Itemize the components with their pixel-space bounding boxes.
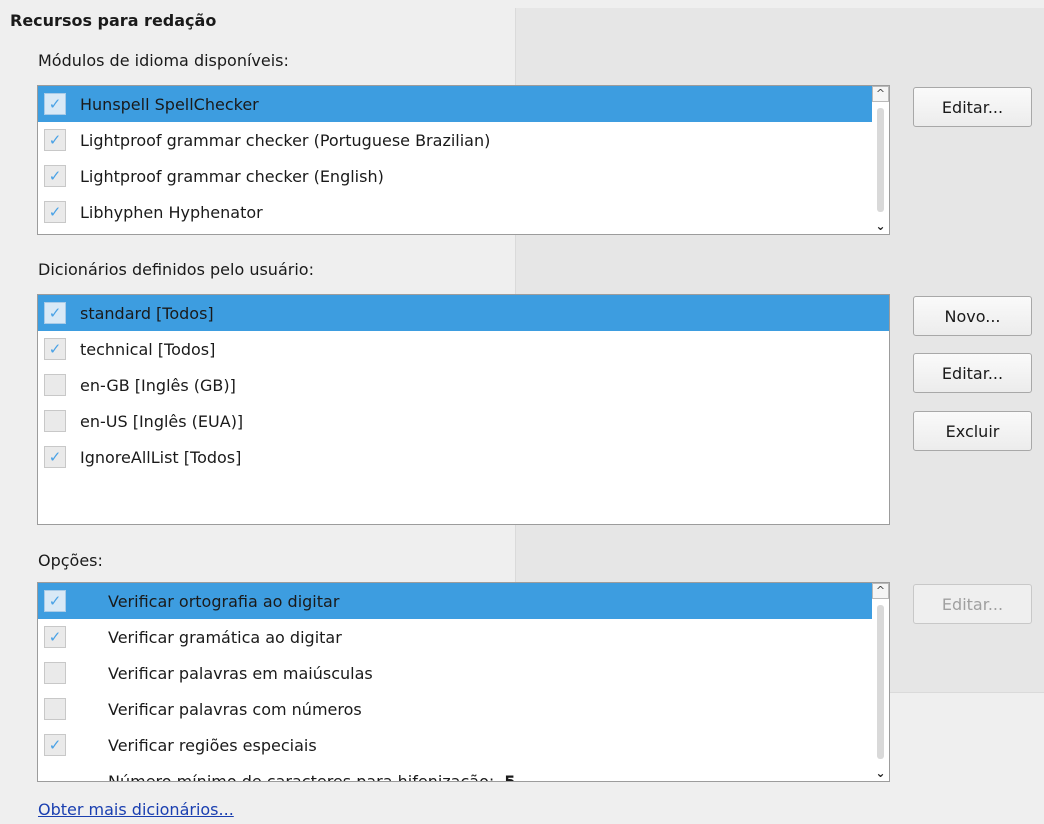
- checkbox[interactable]: ✓: [44, 165, 66, 187]
- list-item[interactable]: ✓ Libhyphen Hyphenator: [38, 194, 889, 230]
- checkbox[interactable]: ✓: [44, 374, 66, 396]
- chevron-up-icon[interactable]: ^: [872, 86, 889, 102]
- dictionary-edit-button[interactable]: Editar...: [913, 353, 1032, 393]
- list-item-label: Hunspell SpellChecker: [80, 94, 259, 114]
- list-item[interactable]: ✓ Verificar palavras com números: [38, 691, 889, 727]
- modules-edit-button[interactable]: Editar...: [913, 87, 1032, 127]
- chevron-down-icon[interactable]: ⌄: [872, 218, 889, 234]
- chevron-down-icon[interactable]: ⌄: [872, 765, 889, 781]
- list-item-label: Lightproof grammar checker (English): [80, 166, 384, 186]
- list-item-label: Verificar gramática ao digitar: [108, 627, 342, 647]
- chevron-up-icon[interactable]: ^: [872, 583, 889, 599]
- list-item-label: IgnoreAllList [Todos]: [80, 447, 242, 467]
- checkbox[interactable]: ✓: [44, 338, 66, 360]
- checkbox[interactable]: ✓: [44, 446, 66, 468]
- list-item-label: Verificar ortografia ao digitar: [108, 591, 340, 611]
- list-item[interactable]: Número mínimo de caracteres para hifeniz…: [38, 763, 889, 782]
- more-dictionaries-link[interactable]: Obter mais dicionários...: [38, 800, 234, 819]
- options-edit-button[interactable]: Editar...: [913, 584, 1032, 624]
- list-item[interactable]: ✓ standard [Todos]: [38, 295, 889, 331]
- list-item[interactable]: ✓ Verificar ortografia ao digitar: [38, 583, 889, 619]
- dictionaries-list[interactable]: ✓ standard [Todos] ✓ technical [Todos] ✓…: [37, 294, 890, 525]
- list-item-label: Verificar regiões especiais: [108, 735, 317, 755]
- scroll-thumb[interactable]: [877, 108, 884, 212]
- checkbox[interactable]: ✓: [44, 129, 66, 151]
- list-item-label: Libhyphen Hyphenator: [80, 202, 263, 222]
- checkbox[interactable]: ✓: [44, 662, 66, 684]
- list-item[interactable]: ✓ Lightproof grammar checker (Portuguese…: [38, 122, 889, 158]
- list-item[interactable]: ✓ Hunspell SpellChecker: [38, 86, 889, 122]
- list-item-label: en-US [Inglês (EUA)]: [80, 411, 244, 431]
- options-scrollbar[interactable]: ^ ⌄: [872, 583, 889, 781]
- hyphenation-min-value: 5: [504, 771, 516, 782]
- modules-list[interactable]: ✓ Hunspell SpellChecker ✓ Lightproof gra…: [37, 85, 890, 235]
- checkbox[interactable]: ✓: [44, 734, 66, 756]
- list-item-label: Lightproof grammar checker (Portuguese B…: [80, 130, 491, 150]
- modules-scrollbar[interactable]: ^ ⌄: [872, 86, 889, 234]
- list-item[interactable]: ✓ Verificar gramática ao digitar: [38, 619, 889, 655]
- list-item[interactable]: ✓ Lightproof grammar checker (English): [38, 158, 889, 194]
- list-item-label: Número mínimo de caracteres para hifeniz…: [108, 771, 495, 782]
- list-item[interactable]: ✓ en-GB [Inglês (GB)]: [38, 367, 889, 403]
- list-item-label: technical [Todos]: [80, 339, 216, 359]
- list-item-label: standard [Todos]: [80, 303, 214, 323]
- list-item[interactable]: ✓ Verificar regiões especiais: [38, 727, 889, 763]
- options-list[interactable]: ✓ Verificar ortografia ao digitar ✓ Veri…: [37, 582, 890, 782]
- list-item[interactable]: ✓ IgnoreAllList [Todos]: [38, 439, 889, 475]
- checkbox[interactable]: ✓: [44, 590, 66, 612]
- checkbox[interactable]: ✓: [44, 698, 66, 720]
- dictionary-delete-button[interactable]: Excluir: [913, 411, 1032, 451]
- list-item-label: Verificar palavras em maiúsculas: [108, 663, 373, 683]
- dictionary-new-button[interactable]: Novo...: [913, 296, 1032, 336]
- checkbox[interactable]: ✓: [44, 302, 66, 324]
- list-item-label: en-GB [Inglês (GB)]: [80, 375, 236, 395]
- checkbox[interactable]: ✓: [44, 410, 66, 432]
- modules-label: Módulos de idioma disponíveis:: [38, 51, 289, 70]
- list-item[interactable]: ✓ Verificar palavras em maiúsculas: [38, 655, 889, 691]
- list-item[interactable]: ✓ technical [Todos]: [38, 331, 889, 367]
- scroll-thumb[interactable]: [877, 605, 884, 759]
- checkbox[interactable]: ✓: [44, 626, 66, 648]
- dictionaries-label: Dicionários definidos pelo usuário:: [38, 260, 314, 279]
- list-item[interactable]: ✓ en-US [Inglês (EUA)]: [38, 403, 889, 439]
- section-title: Recursos para redação: [10, 11, 217, 30]
- options-label: Opções:: [38, 551, 103, 570]
- list-item-label: Verificar palavras com números: [108, 699, 362, 719]
- checkbox[interactable]: ✓: [44, 201, 66, 223]
- checkbox[interactable]: ✓: [44, 93, 66, 115]
